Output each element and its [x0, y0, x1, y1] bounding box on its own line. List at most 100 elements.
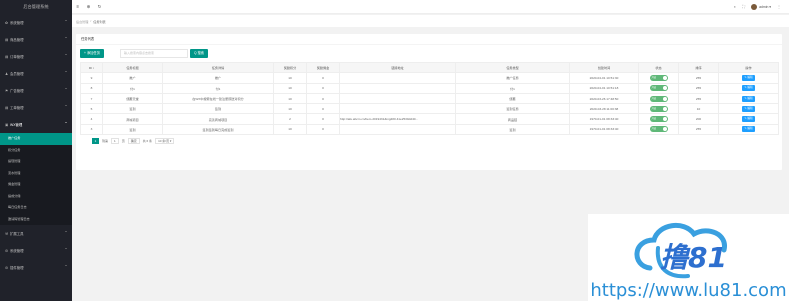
- sidebar-item-items_after2[interactable]: ⚙ 插件管理: [0, 259, 72, 276]
- status-toggle[interactable]: 开启: [649, 116, 668, 123]
- sidebar-subitem[interactable]: 邀请码管理日志: [0, 214, 72, 226]
- column-header[interactable]: ID ↕: [80, 61, 103, 74]
- cell-created: 1970-01-01 08:33:40: [569, 123, 639, 136]
- cell-type: 签到: [455, 123, 570, 136]
- edit-button[interactable]: ✎ 编辑: [742, 95, 755, 102]
- sidebar-item-label: 系统管理: [10, 249, 24, 253]
- cell-status: 开启: [638, 113, 679, 125]
- search-button[interactable]: Q 搜索: [190, 49, 209, 58]
- sidebar-subitem[interactable]: 提现管理: [0, 156, 72, 168]
- status-toggle[interactable]: 开启: [649, 74, 668, 81]
- cell-type: 推广任务: [455, 72, 570, 84]
- watermark-url: https://www.lu81.com: [590, 280, 787, 301]
- table-row: 4 商城项目 完善商城项目 2 0 http://afe.abcm.cn/item-201…: [80, 113, 779, 125]
- breadcrumb-separator: /: [90, 19, 92, 23]
- cell-commission: 0: [306, 123, 340, 136]
- table-row: 8 付1 付1 10 0 付1 2020-04-01 10:51:18 开启 255 ✎ 编辑: [80, 82, 779, 94]
- column-header: 链接地址: [339, 61, 456, 74]
- cell-points: 10: [273, 123, 307, 136]
- sidebar: 后台管理系统 ✿ 系统管理 ▤ 商品管理 ▤ 订单管理 ♟ 会员管理 ⚑ 广告管理 ▤ 工单管理 ▣ WX…: [0, 0, 72, 301]
- sidebar-subitem[interactable]: 推广任务: [0, 133, 72, 145]
- status-toggle[interactable]: 开启: [649, 95, 668, 102]
- more-icon[interactable]: ⋮: [777, 4, 781, 9]
- cell-link: [339, 92, 456, 105]
- sidebar-subitem[interactable]: 每日任务日志: [0, 202, 72, 214]
- sidebar-item-items3[interactable]: ♟ 会员管理: [0, 65, 72, 82]
- page-size-select[interactable]: 10 条/页 ▾: [155, 138, 175, 145]
- chevron-down-icon: [65, 105, 67, 106]
- cell-link: [339, 103, 456, 115]
- cell-sort: 200: [678, 113, 719, 125]
- confirm-button[interactable]: 确定: [127, 138, 140, 145]
- sidebar-item-label: 系统管理: [10, 21, 24, 25]
- sidebar-item-items4[interactable]: ⚑ 广告管理: [0, 82, 72, 99]
- column-header: 创建时间: [569, 61, 639, 74]
- chevron-down-icon: [65, 20, 67, 21]
- edit-button[interactable]: ✎ 编辑: [742, 116, 755, 123]
- cell-status: 开启: [638, 82, 679, 94]
- cell-points: 10: [273, 103, 307, 115]
- user-menu[interactable]: admin ▾: [751, 3, 771, 10]
- page-input[interactable]: 1: [111, 138, 119, 145]
- cell-created: 2020-03-26 17:48:50: [569, 92, 639, 105]
- cell-id: 8: [80, 82, 103, 94]
- cell-commission: 0: [306, 103, 340, 115]
- sidebar-item-items0[interactable]: ✿ 系统管理: [0, 14, 72, 31]
- cell-commission: 0: [306, 72, 340, 84]
- sidebar-item-items_after0[interactable]: ⚒ 扩展工具: [0, 225, 72, 242]
- avatar: [751, 3, 758, 10]
- status-toggle[interactable]: 开启: [649, 126, 668, 133]
- cell-op: ✎ 编辑: [718, 72, 779, 84]
- chevron-down-icon: [65, 88, 67, 89]
- add-task-button[interactable]: + 添加任务: [80, 49, 105, 58]
- sidebar-item-items_after1[interactable]: ⚙ 系统管理: [0, 242, 72, 259]
- cell-title: 储蓄天堂: [102, 92, 163, 105]
- sidebar-item-label: WX管理: [10, 123, 23, 127]
- chevron-down-icon: [65, 37, 67, 38]
- cell-status: 开启: [638, 123, 679, 136]
- edit-button[interactable]: ✎ 编辑: [742, 85, 755, 92]
- sidebar-subitem[interactable]: 流水管理: [0, 168, 72, 180]
- cell-title: 签到: [102, 103, 163, 115]
- sidebar-item-items1[interactable]: ▤ 商品管理: [0, 31, 72, 48]
- cell-commission: 0: [306, 92, 340, 105]
- app-logo[interactable]: 后台管理系统: [0, 0, 72, 14]
- menu-toggle-icon[interactable]: ≡: [72, 4, 83, 9]
- table-header-row: ID ↕ 任务标题 任务详情 奖励积分 奖励佣金 链接地址 任务类型 创建时间 状态 排序 操作: [80, 61, 779, 74]
- theme-icon[interactable]: ◐: [734, 4, 736, 9]
- cell-id: 4: [80, 113, 103, 125]
- sidebar-item-label: 商品管理: [10, 38, 24, 42]
- fullscreen-icon[interactable]: ⛶: [742, 4, 745, 9]
- sidebar-item-items5[interactable]: ▤ 工单管理: [0, 99, 72, 116]
- top-header: ≡ ⊕ ↻ ◐ ⛶ admin ▾ ⋮: [72, 0, 789, 14]
- sidebar-item-items2[interactable]: ▤ 订单管理: [0, 48, 72, 65]
- page-1-button[interactable]: 1: [92, 138, 99, 145]
- task-table: ID ↕ 任务标题 任务详情 奖励积分 奖励佣金 链接地址 任务类型 创建时间 状态 排序 操作 9…: [80, 61, 779, 136]
- cell-points: 10: [273, 92, 307, 105]
- task-list-card: 任务列表 + 添加任务 输入搜索内容点击搜索 Q 搜索 ID ↕ 任务标题 任务详情…: [76, 34, 782, 170]
- edit-button[interactable]: ✎ 编辑: [742, 105, 755, 112]
- cell-op: ✎ 编辑: [718, 103, 779, 115]
- breadcrumb-home[interactable]: 后台管理: [76, 19, 88, 24]
- chevron-down-icon: [65, 248, 67, 249]
- username: admin ▾: [759, 4, 771, 9]
- sidebar-item-items6[interactable]: ▣ WX管理: [0, 116, 72, 133]
- cell-op: ✎ 编辑: [718, 113, 779, 125]
- status-toggle[interactable]: 开启: [649, 105, 668, 112]
- sidebar-subitem[interactable]: 提成分佣: [0, 191, 72, 203]
- cell-sort: 10: [678, 103, 719, 115]
- sidebar-item-label: 会员管理: [10, 72, 24, 76]
- refresh-icon[interactable]: ↻: [94, 4, 105, 10]
- sidebar-subitem[interactable]: 佣金管理: [0, 179, 72, 191]
- cell-type: 商品链: [455, 113, 570, 125]
- status-toggle[interactable]: 开启: [649, 85, 668, 92]
- globe-icon[interactable]: ⊕: [83, 4, 94, 10]
- sidebar-subitem[interactable]: 积分任务: [0, 145, 72, 157]
- column-header: 任务详情: [162, 61, 274, 74]
- breadcrumb: 后台管理 / 任务列表: [72, 15, 789, 27]
- edit-button[interactable]: ✎ 编辑: [742, 74, 755, 81]
- search-input[interactable]: 输入搜索内容点击搜索: [120, 49, 189, 58]
- chevron-down-icon: [65, 231, 67, 232]
- cell-detail: 推广: [162, 72, 274, 84]
- edit-button[interactable]: ✎ 编辑: [742, 126, 755, 133]
